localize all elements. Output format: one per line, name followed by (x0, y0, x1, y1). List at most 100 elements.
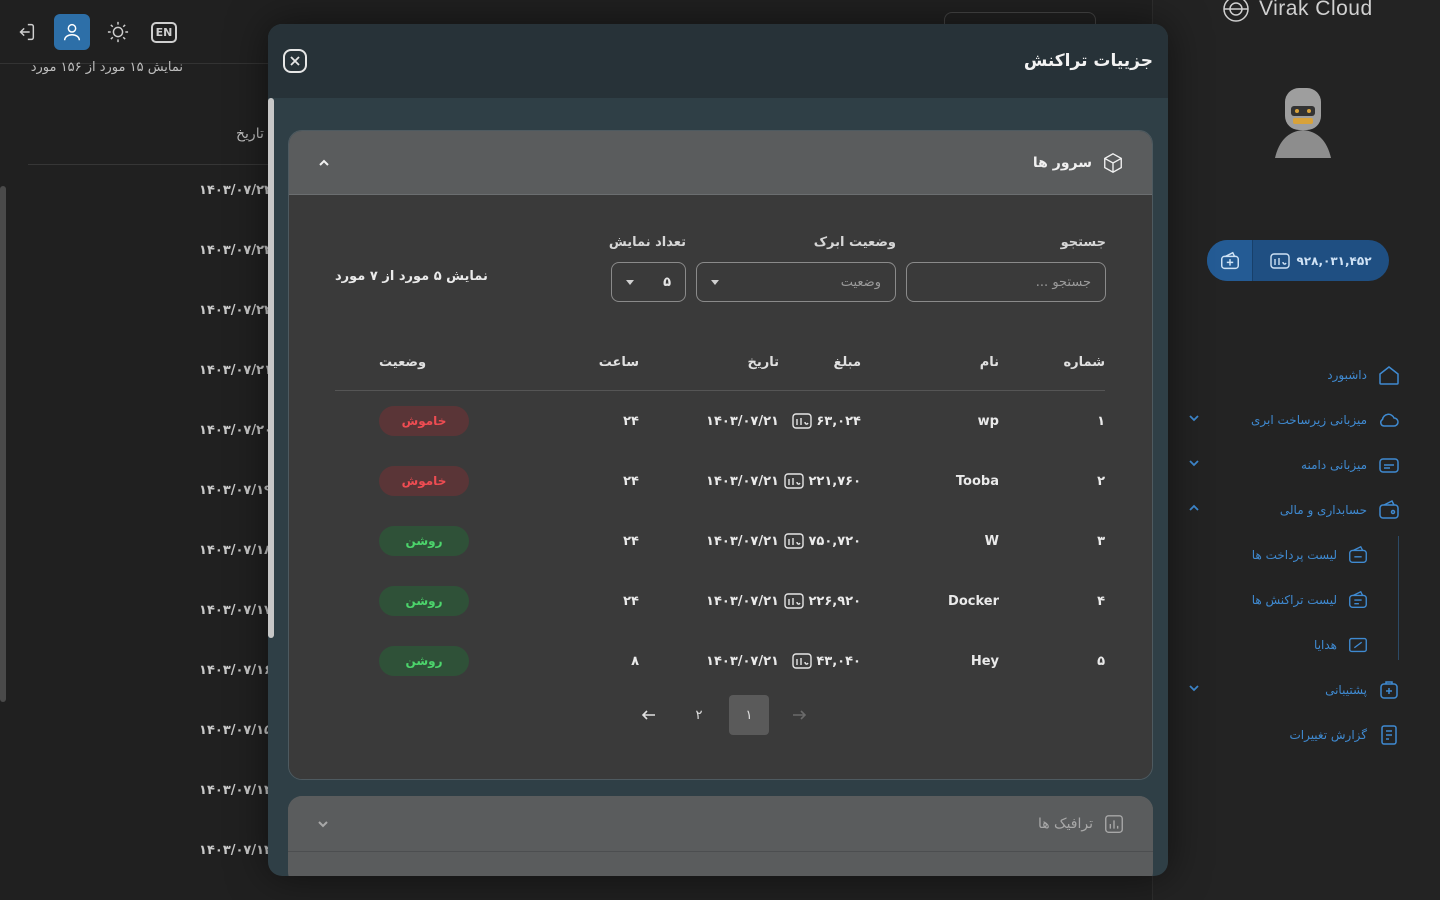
servers-accordion: سرور ها جستجو جستجو ... وضعیت ابرک وضعیت (288, 130, 1153, 780)
filter-bar: جستجو جستجو ... وضعیت ابرک وضعیت تعداد ن… (609, 235, 1106, 302)
cell-amount: ۶۳,۰۲۴ (779, 413, 959, 429)
profile-button[interactable] (54, 14, 90, 50)
caret-down-icon (711, 279, 719, 285)
pagination-page-2[interactable]: ۲ (679, 695, 719, 735)
sidebar-item-cloud[interactable]: میزبانی زیرساخت ابری (1153, 397, 1440, 442)
sidebar-item-gifts[interactable]: هدایا (1153, 622, 1440, 667)
status-placeholder: وضعیت (840, 274, 881, 290)
search-input[interactable]: جستجو ... (906, 262, 1106, 302)
servers-table: شماره نام مبلغ تاریخ ساعت وضعیت ۱ wp ۶۳,… (335, 335, 1105, 691)
modal-header: جزییات تراکنش (268, 24, 1168, 98)
wallet-balance[interactable]: ۹۲۸,۰۳۱,۴۵۲ (1207, 240, 1389, 281)
background-date-list: ۱۴۰۳/۰۷/۲۴ ۱۴۰۳/۰۷/۲۳ ۱۴۰۳/۰۷/۲۲ ۱۴۰۳/۰۷… (190, 183, 272, 900)
sidebar-item-changelog[interactable]: گزارش تغییرات (1153, 712, 1440, 757)
table-cell-date: ۱۴۰۳/۰۷/۲۰ (199, 423, 272, 438)
balance-amount: ۹۲۸,۰۳۱,۴۵۲ (1296, 253, 1372, 268)
cell-name: wp (977, 413, 999, 429)
sidebar-item-label: هدایا (1314, 637, 1337, 652)
modal-title: جزییات تراکنش (1023, 51, 1153, 71)
status-badge: روشن (379, 526, 469, 556)
cell-date: ۱۴۰۳/۰۷/۲۱ (706, 473, 779, 489)
cell-status: روشن (379, 646, 499, 676)
pagination-page-1[interactable]: ۱ (729, 695, 769, 735)
sidebar-item-label: لیست تراکنش ها (1251, 592, 1337, 607)
close-button[interactable] (283, 49, 307, 73)
submenu-guide-line (1398, 536, 1399, 660)
theme-toggle-button[interactable] (100, 14, 136, 50)
language-label: EN (150, 21, 178, 43)
status-select[interactable]: وضعیت (696, 262, 896, 302)
cell-amount: ۴۳,۰۴۰ (779, 653, 959, 669)
sidebar-item-domain[interactable]: میزبانی دامنه (1153, 442, 1440, 487)
servers-accordion-header[interactable]: سرور ها (289, 131, 1152, 195)
cube-icon (1104, 152, 1122, 173)
sidebar-item-dashboard[interactable]: داشبورد (1153, 352, 1440, 397)
table-row: ۳ W ۷۵۰,۷۲۰ ۱۴۰۳/۰۷/۲۱ ۲۴ روشن (335, 511, 1105, 571)
column-amount: مبلغ (779, 355, 959, 370)
pagination-next-button[interactable] (629, 695, 669, 735)
traffic-accordion-header[interactable]: ترافیک ها (288, 796, 1153, 852)
chevron-up-icon (1189, 504, 1199, 511)
chevron-up-icon (319, 159, 329, 166)
cell-name: Hey (970, 653, 999, 669)
logout-button[interactable] (8, 14, 44, 50)
sidebar: Virak Cloud ۹۲۸,۰۳۱,۴۵۲ داشبورد میزبانی … (1152, 0, 1440, 900)
cell-amount: ۲۲۱,۷۶۰ (779, 473, 959, 489)
page-size-select[interactable]: ۵ (611, 262, 686, 302)
cell-status: خاموش (379, 466, 499, 496)
result-count: نمایش ۱۵ مورد از ۱۵۶ مورد (30, 60, 183, 75)
modal-scrollbar[interactable] (268, 98, 274, 638)
table-row: ۲ Tooba ۲۲۱,۷۶۰ ۱۴۰۳/۰۷/۲۱ ۲۴ خاموش (335, 451, 1105, 511)
column-date: تاریخ (747, 355, 780, 370)
cell-name: Docker (948, 593, 999, 609)
language-button[interactable]: EN (146, 14, 182, 50)
cell-time: ۸ (631, 653, 639, 669)
cell-date: ۱۴۰۳/۰۷/۲۱ (706, 413, 779, 429)
cell-name: W (984, 533, 999, 549)
home-icon (1379, 365, 1399, 385)
cell-amount: ۲۲۶,۹۲۰ (779, 593, 959, 609)
sidebar-item-transactions[interactable]: لیست تراکنش ها (1153, 577, 1440, 622)
amount-value: ۶۳,۰۲۴ (816, 413, 861, 429)
sidebar-item-label: لیست پرداخت ها (1251, 547, 1337, 562)
servers-section-title: سرور ها (1033, 152, 1124, 174)
table-cell-date: ۱۴۰۳/۰۷/۱۸ (199, 543, 272, 558)
avatar (1275, 88, 1331, 158)
pagination-prev-button[interactable] (779, 695, 819, 735)
wallet-icon (1379, 499, 1399, 519)
page-scrollbar[interactable] (0, 186, 6, 702)
rial-icon (1270, 252, 1291, 269)
table-cell-date: ۱۴۰۳/۰۷/۱۶ (199, 663, 272, 678)
column-amount-label: مبلغ (833, 355, 861, 370)
table-cell-date: ۱۴۰۳/۰۷/۱۳ (199, 843, 272, 858)
bar-chart-icon (1105, 814, 1123, 833)
sidebar-item-accounting[interactable]: حسابداری و مالی (1153, 487, 1440, 532)
rial-icon (784, 473, 805, 489)
column-name: نام (979, 355, 999, 370)
cell-time: ۲۴ (623, 413, 639, 429)
amount-value: ۷۵۰,۷۲۰ (808, 533, 861, 549)
cell-date: ۱۴۰۳/۰۷/۲۱ (706, 593, 779, 609)
sidebar-item-label: میزبانی زیرساخت ابری (1251, 412, 1367, 427)
rial-icon (784, 533, 805, 549)
cell-status: روشن (379, 586, 499, 616)
status-label: وضعیت ابرک (813, 235, 896, 250)
sidebar-item-payments[interactable]: لیست پرداخت ها (1153, 532, 1440, 577)
chevron-down-icon (318, 820, 328, 827)
add-credit-button[interactable] (1207, 240, 1253, 281)
brand-name: Virak Cloud (1259, 0, 1373, 20)
brand[interactable]: Virak Cloud (1221, 0, 1373, 24)
cell-date: ۱۴۰۳/۰۷/۲۱ (706, 653, 779, 669)
transaction-details-modal: جزییات تراکنش سرور ها جستجو جستجو ... وض… (268, 24, 1168, 876)
search-filter: جستجو جستجو ... (906, 235, 1106, 302)
column-status-label: وضعیت (379, 355, 427, 370)
caret-down-icon (626, 279, 634, 285)
sidebar-item-support[interactable]: پشتیبانی (1153, 667, 1440, 712)
table-cell-date: ۱۴۰۳/۰۷/۱۵ (199, 723, 272, 738)
sidebar-nav: داشبورد میزبانی زیرساخت ابری میزبانی دام… (1153, 352, 1440, 757)
table-cell-date: ۱۴۰۳/۰۷/۲۳ (199, 243, 272, 258)
page-size-filter: تعداد نمایش ۵ (609, 235, 686, 302)
cell-number: ۴ (1097, 593, 1105, 609)
amount-value: ۴۳,۰۴۰ (816, 653, 861, 669)
chevron-down-icon (1189, 685, 1199, 692)
